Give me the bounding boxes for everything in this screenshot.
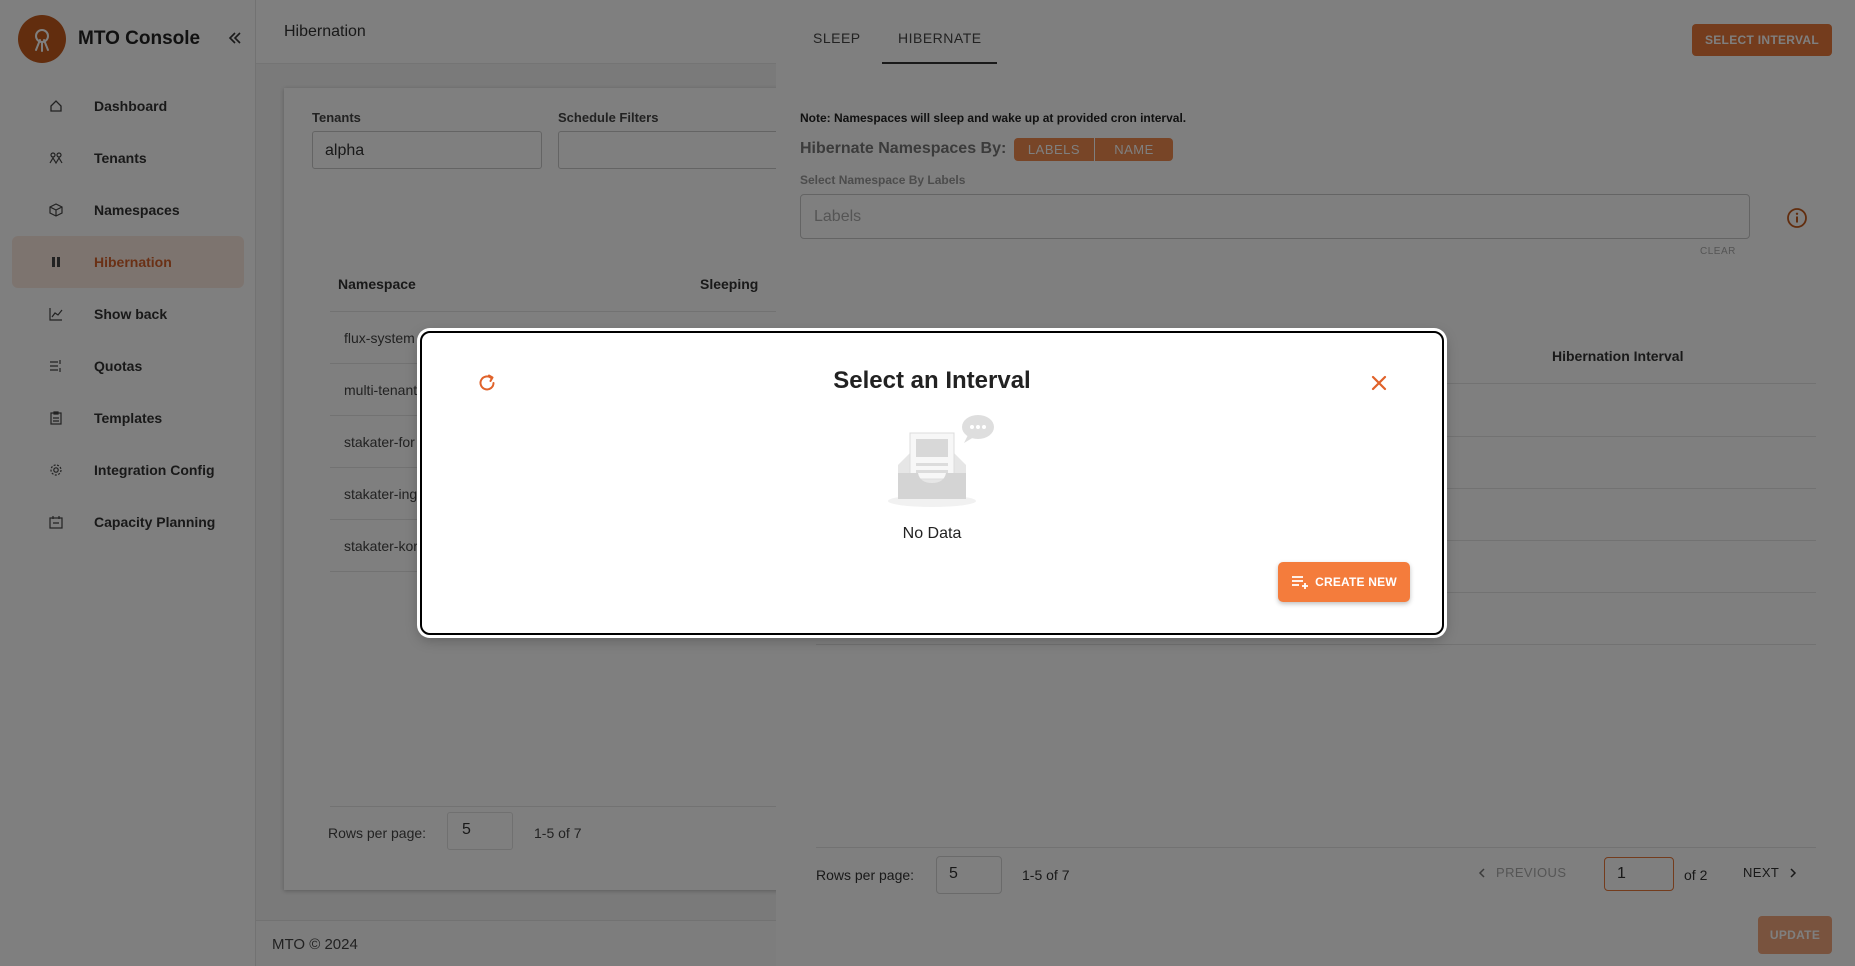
modal-title: Select an Interval [833,367,1031,394]
select-interval-modal: Select an Interval No Data CREATE NEW [420,331,1444,635]
empty-inbox-icon [886,413,996,509]
create-new-button[interactable]: CREATE NEW [1278,562,1410,602]
playlist-add-icon [1292,576,1309,589]
create-new-label: CREATE NEW [1315,575,1397,589]
close-icon[interactable] [1368,372,1390,394]
empty-state-text: No Data [902,525,962,542]
